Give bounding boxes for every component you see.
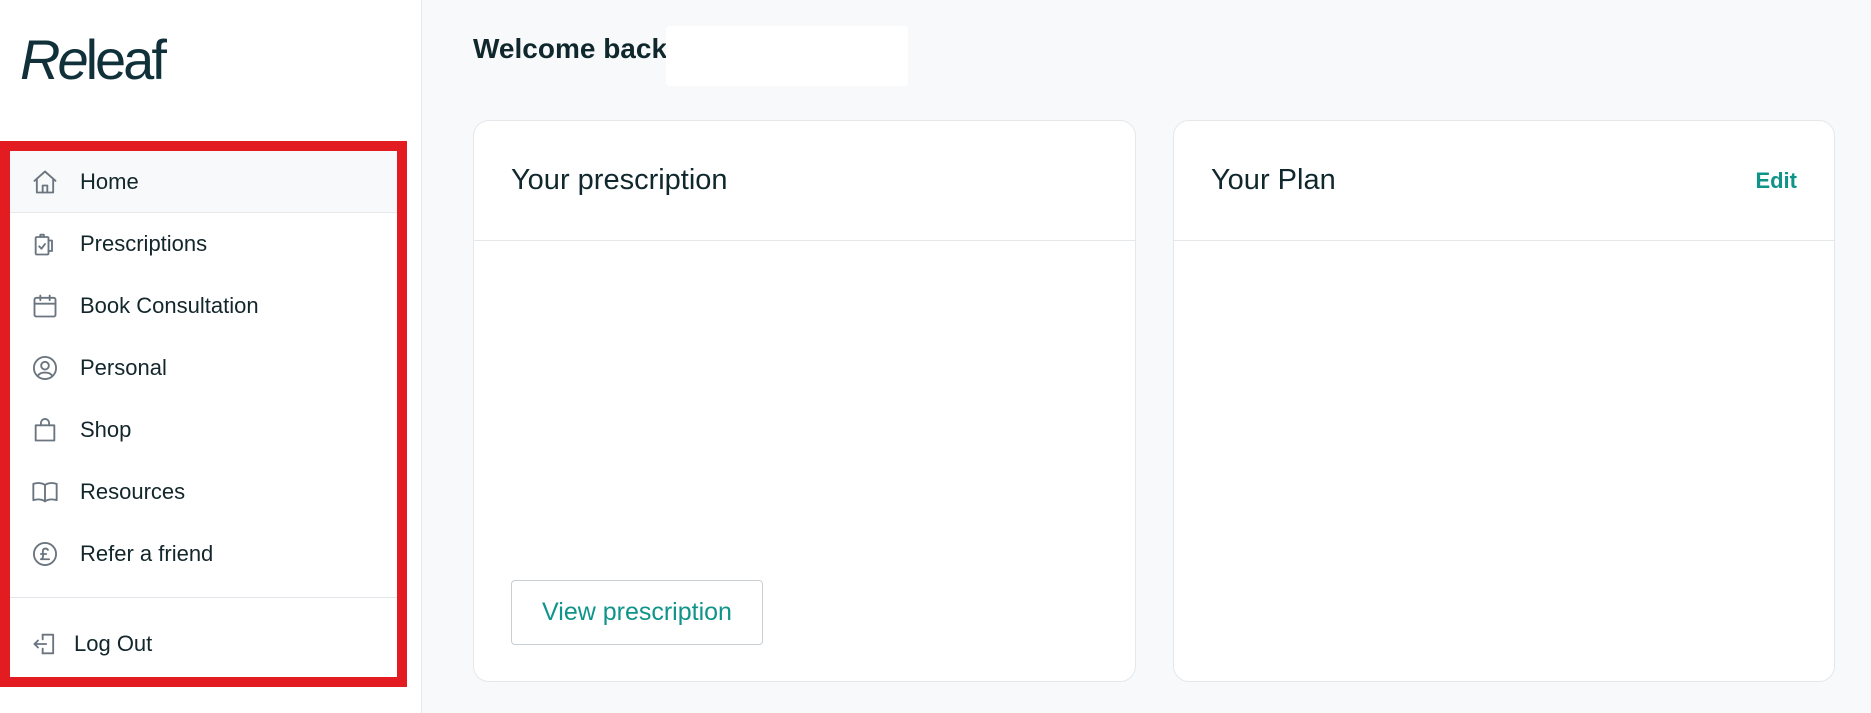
book-open-icon [30,477,60,507]
sidebar-item-prescriptions[interactable]: Prescriptions [10,213,397,275]
nav-divider [10,597,397,598]
sidebar-item-label: Personal [80,355,167,380]
home-icon [30,167,60,197]
edit-plan-link[interactable]: Edit [1755,168,1797,194]
sidebar-item-label: Resources [80,479,186,504]
sidebar-item-refer-a-friend[interactable]: Refer a friend [10,523,397,585]
logout-button[interactable]: Log Out [10,613,397,675]
view-prescription-button[interactable]: View prescription [511,580,763,645]
sidebar-item-label: Home [80,168,139,194]
releaf-logo[interactable]: Releaf [20,28,167,92]
logout-label: Log Out [74,631,153,656]
sidebar-item-label: Refer a friend [80,541,214,566]
pound-circle-icon [30,539,60,569]
logout-icon [30,629,60,659]
plan-card-title: Your Plan [1211,164,1336,196]
user-circle-icon [30,353,60,383]
sidebar: Releaf Home Prescriptions Book Consultat… [0,0,422,713]
plan-card: Your Plan Edit [1173,120,1835,682]
sidebar-item-label: Prescriptions [80,231,208,256]
sidebar-item-book-consultation[interactable]: Book Consultation [10,275,397,337]
prescription-card-title: Your prescription [511,164,728,196]
user-name-placeholder [666,26,908,86]
shopping-bag-icon [30,415,60,445]
sidebar-item-home[interactable]: Home [10,151,397,213]
sidebar-item-label: Shop [80,417,132,442]
plan-card-header: Your Plan Edit [1174,121,1834,241]
sidebar-item-label: Book Consultation [80,293,259,318]
prescription-card: Your prescription View prescription [473,120,1136,682]
calendar-icon [30,291,60,321]
page-title: Welcome back [473,33,668,64]
sidebar-item-shop[interactable]: Shop [10,399,397,461]
sidebar-item-personal[interactable]: Personal [10,337,397,399]
clipboard-check-icon [30,229,60,259]
prescription-card-header: Your prescription [474,121,1135,241]
sidebar-nav: Home Prescriptions Book Consultation Per… [0,141,407,687]
sidebar-item-resources[interactable]: Resources [10,461,397,523]
